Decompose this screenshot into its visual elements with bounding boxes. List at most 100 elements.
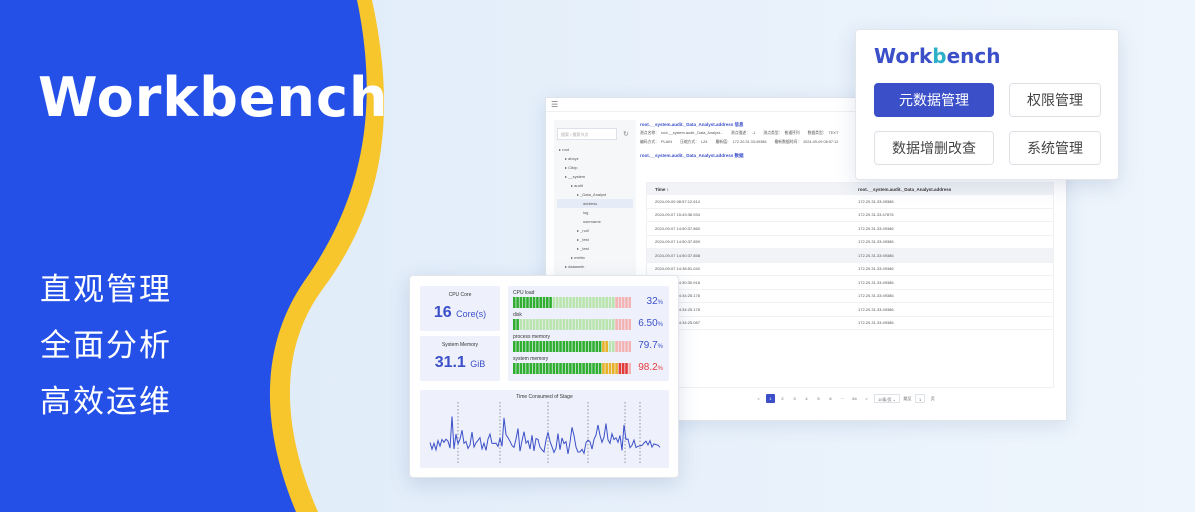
meter-label: process memory — [513, 334, 550, 340]
refresh-icon[interactable]: ↻ — [623, 130, 629, 138]
tree-item[interactable]: log — [557, 208, 633, 217]
meter-segment — [559, 319, 562, 330]
column-header-time[interactable]: Time ↕ — [647, 187, 850, 192]
meter-segment — [529, 297, 533, 308]
tree-item[interactable]: ▸ metric — [557, 253, 633, 262]
table-row[interactable]: 2024-09-07 14:30:30.918172.20.31.33:4938… — [647, 276, 1053, 290]
tree-item[interactable]: ▸ _test — [557, 235, 633, 244]
meter-segment — [615, 363, 618, 374]
meter-segment — [612, 319, 615, 330]
meter-segment — [526, 341, 529, 352]
tree-item[interactable]: ▸ dataseek — [557, 262, 633, 271]
tree-item[interactable]: ▸ Clkrp — [557, 163, 633, 172]
tree-item-label: root — [562, 147, 570, 152]
tree-item-label: log — [583, 210, 589, 215]
usage-meters-box: CPU load 32% disk 6.50% process memory 79.7% s… — [508, 286, 669, 381]
tree-item-label: dataseek — [568, 264, 585, 269]
meter-label: disk — [513, 312, 522, 318]
menu-icon[interactable]: ☰ — [551, 100, 558, 109]
meter-value: 32% — [647, 296, 663, 307]
meter-segment — [522, 297, 526, 308]
tree-item[interactable]: username — [557, 217, 633, 226]
goto-page-input[interactable]: 1 — [915, 394, 926, 403]
meter-segment — [602, 363, 605, 374]
table-row[interactable]: 2024-09-07 14:34:25.087172.20.31.33:4938… — [647, 317, 1053, 330]
meter-segment — [618, 297, 622, 308]
meter-segment — [575, 341, 579, 352]
info-value: 普通序列 — [784, 131, 800, 135]
meter-segment — [602, 297, 605, 308]
table-row[interactable]: 2024-09-07 14:50:37.860 172.20.31.33:4938… — [647, 222, 1053, 236]
meter-value: 98.2% — [638, 362, 663, 373]
meter-segment — [588, 363, 592, 374]
prev-page-button[interactable]: < — [754, 394, 763, 403]
tree-item[interactable]: ▸ __system — [557, 172, 633, 181]
meter-segment — [569, 319, 572, 330]
meter-segment — [532, 319, 536, 330]
meter-segment — [595, 363, 599, 374]
table-row[interactable]: 2024-09-07 14:34:25.178172.20.31.33:4938… — [647, 290, 1053, 303]
meter-segment — [592, 363, 595, 374]
meter-segment — [522, 363, 526, 374]
meter-segment — [598, 341, 602, 352]
column-header-address: root.__system.audit._Data_Analyst.addres… — [858, 186, 952, 192]
meter-unit: % — [657, 366, 663, 372]
meter-number: 79.7 — [638, 340, 658, 351]
table-row[interactable]: 2024-09-07 14:50:37.858 172.20.31.33:4938… — [647, 249, 1053, 263]
meter-segment — [588, 297, 592, 308]
info-key: 数据类型： — [807, 131, 827, 135]
page-button[interactable]: 2 — [778, 394, 787, 403]
table-row[interactable]: 2024-09-09 08:57:12.614 172.20.31.33:4938… — [647, 195, 1053, 209]
data-table: Time ↕ root.__system.audit._Data_Analyst… — [646, 182, 1054, 388]
tree-item[interactable]: ▸ _null — [557, 226, 633, 235]
meter-value: 79.7% — [638, 340, 663, 351]
metadata-management-button[interactable]: 元数据管理 — [874, 83, 994, 117]
tree-item[interactable]: ▸ _test — [557, 244, 633, 253]
table-row[interactable]: 2024-09-07 15:43:36.934 172.20.31.33:4787… — [647, 209, 1053, 222]
meter-segment — [608, 319, 612, 330]
page-button[interactable]: 64 — [850, 394, 859, 403]
page-button[interactable]: 6 — [826, 394, 835, 403]
page-button[interactable]: 4 — [802, 394, 811, 403]
meter-bar — [513, 363, 631, 374]
hero-slogans: 直观管理 全面分析 高效运维 — [40, 262, 172, 430]
tree-item-label: username — [583, 219, 601, 224]
meter-segment — [602, 319, 605, 330]
page-button[interactable]: 3 — [790, 394, 799, 403]
meter-segment — [575, 297, 579, 308]
meter-segment — [582, 319, 585, 330]
next-page-button[interactable]: > — [862, 394, 871, 403]
meter-segment — [562, 297, 566, 308]
meter-label: system memory — [513, 356, 549, 362]
page-size-select[interactable]: 10条/页 ⌄ — [874, 394, 901, 403]
meter-segment — [513, 341, 516, 352]
meter-segment — [569, 297, 572, 308]
meter-segment — [552, 363, 556, 374]
tree-item[interactable]: ▸ audit — [557, 181, 633, 190]
table-row[interactable]: 2024-09-07 14:38:51.040 172.20.31.33:4938… — [647, 263, 1053, 276]
table-row[interactable]: 2024-09-07 14:34:25.178172.20.31.33:4938… — [647, 303, 1053, 317]
meter-segment — [519, 363, 523, 374]
data-crud-button[interactable]: 数据增删改查 — [874, 131, 994, 165]
system-management-button[interactable]: 系统管理 — [1009, 131, 1101, 165]
tree-search-input[interactable]: 搜索 / 搜索节点 — [557, 128, 617, 140]
meter-unit: % — [657, 322, 663, 328]
meter-segment — [555, 319, 559, 330]
page-button[interactable]: 1 — [766, 394, 775, 403]
meter-segment — [588, 319, 592, 330]
page-unit-label: 页 — [930, 396, 935, 401]
meter-segment — [565, 297, 569, 308]
tree-item[interactable]: ▸ _Data_Analyst — [557, 190, 633, 199]
meter-segment — [552, 319, 556, 330]
table-row[interactable]: 2024-09-07 14:50:37.859 172.20.31.33:4938… — [647, 236, 1053, 249]
tree-item[interactable]: ▸ root — [557, 145, 633, 154]
meter-segment — [605, 363, 608, 374]
meter-segment — [582, 341, 585, 352]
page-button[interactable]: ··· — [838, 394, 847, 403]
tree-item[interactable]: address — [557, 199, 633, 208]
tree-item[interactable]: ▸ abcyz — [557, 154, 633, 163]
meter-segment — [516, 363, 519, 374]
table-header: Time ↕ root.__system.audit._Data_Analyst… — [647, 183, 1053, 195]
permission-management-button[interactable]: 权限管理 — [1009, 83, 1101, 117]
page-button[interactable]: 5 — [814, 394, 823, 403]
